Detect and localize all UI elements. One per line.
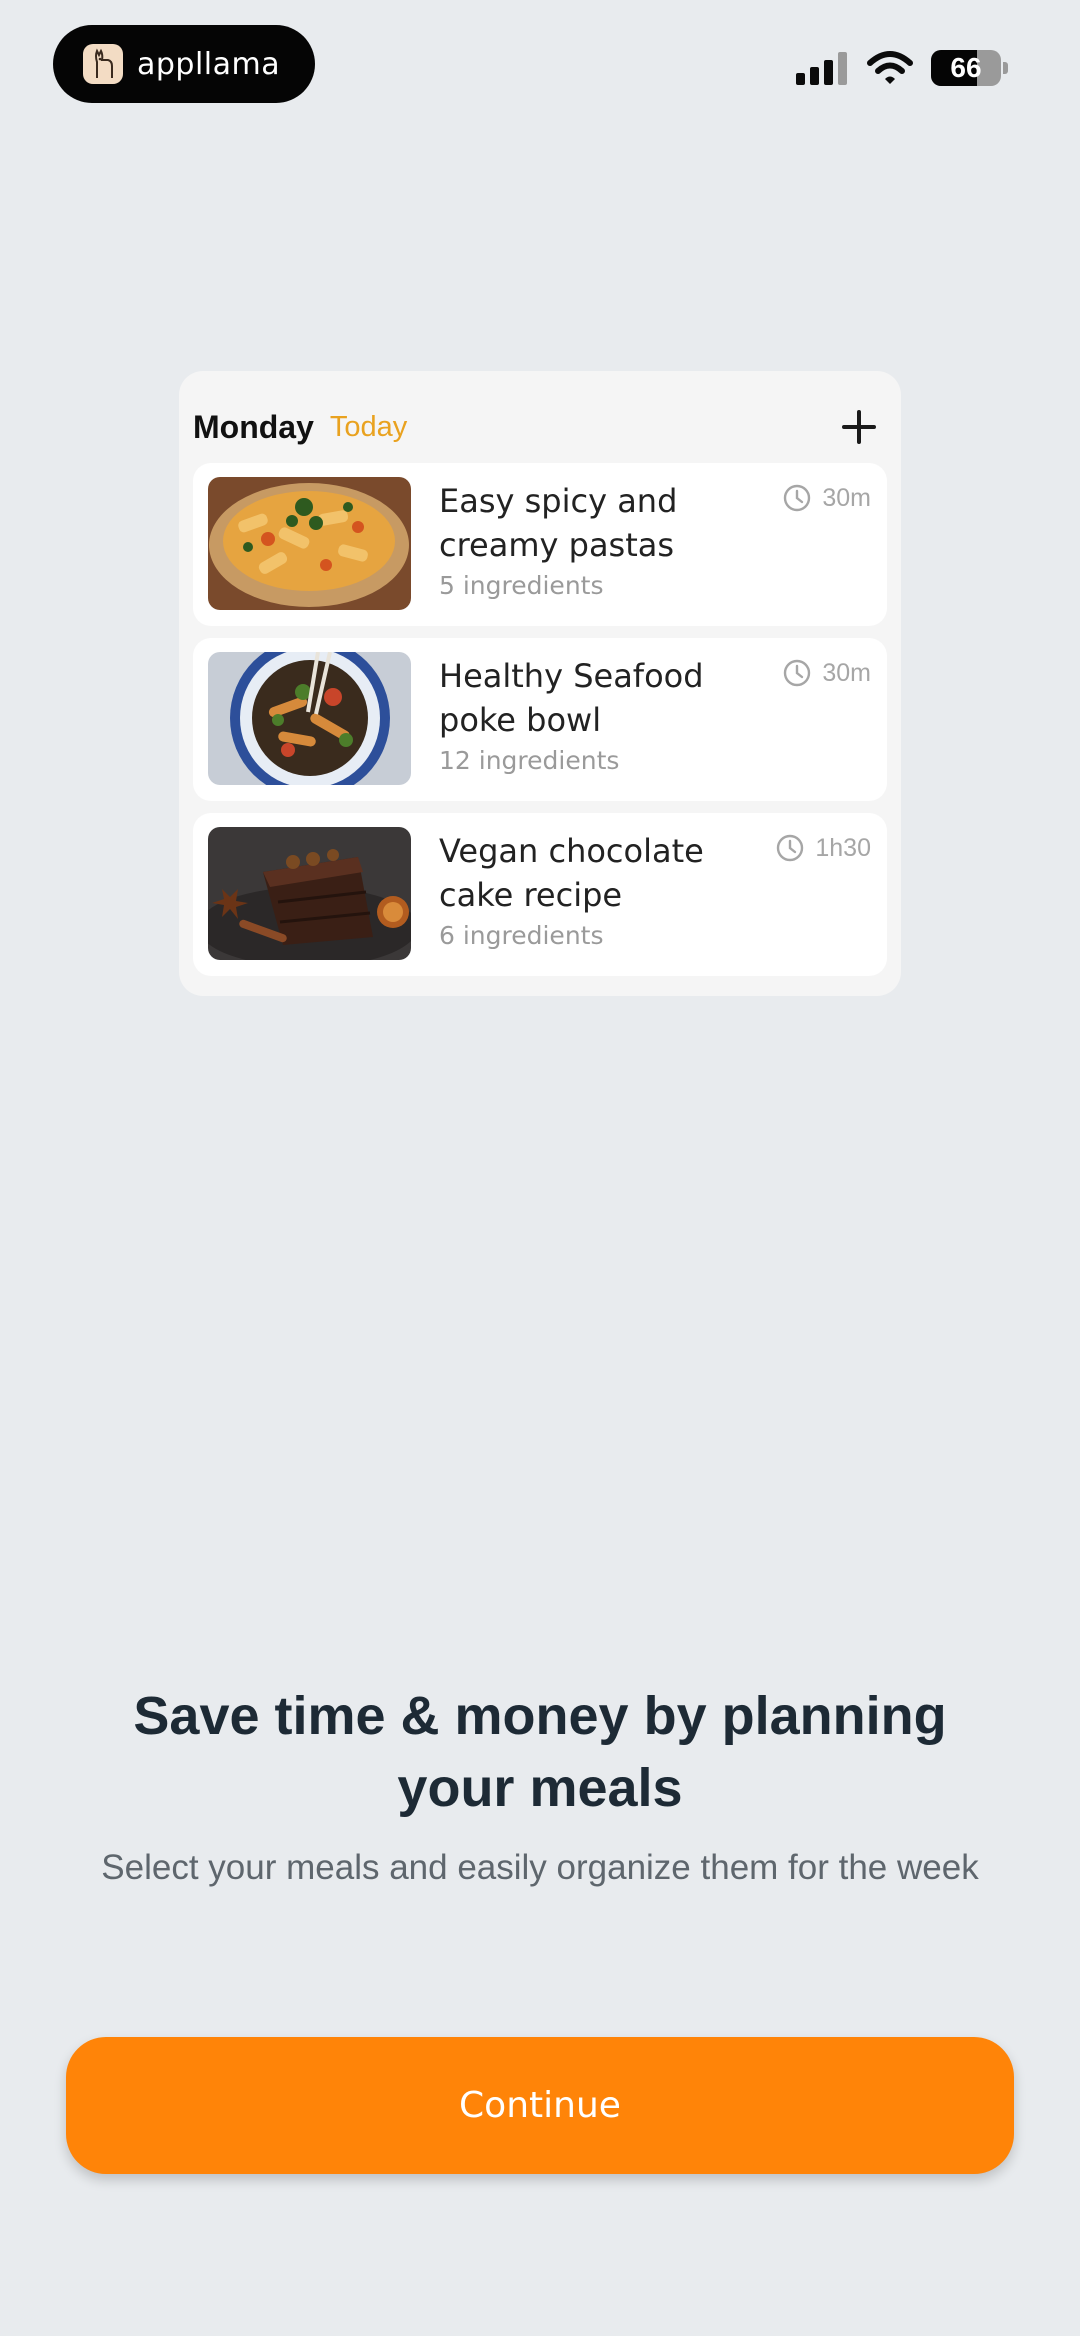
meal-time: 1h30 (775, 833, 871, 863)
wifi-icon (867, 51, 913, 84)
battery-level: 66 (950, 52, 982, 83)
clock-icon (784, 484, 811, 512)
meal-time: 30m (782, 483, 871, 513)
meal-title: Easy spicy and creamy pastas (439, 482, 678, 564)
chocolate-cake-image (208, 827, 411, 960)
meal-item-poke[interactable]: Healthy Seafood poke bowl 12 ingredients… (193, 638, 887, 801)
day-label: Monday (193, 408, 314, 445)
meal-time-label: 30m (822, 483, 871, 512)
meal-time-label: 30m (822, 658, 871, 687)
llama-logo-icon (83, 44, 123, 84)
plus-icon[interactable] (837, 405, 881, 449)
pasta-dish-image (208, 477, 411, 610)
meal-title: Healthy Seafood poke bowl (439, 657, 704, 739)
clock-icon (784, 659, 811, 687)
onboarding-subline: Select your meals and easily organize th… (101, 1848, 979, 1887)
meal-ingredients: 5 ingredients (439, 571, 604, 600)
meal-time-label: 1h30 (815, 833, 871, 862)
onboarding-headline: Save time & money by planning your meals (133, 1686, 947, 1818)
meal-item-pasta[interactable]: Easy spicy and creamy pastas 5 ingredien… (193, 463, 887, 626)
meal-time: 30m (782, 658, 871, 688)
continue-button[interactable]: Continue (66, 2037, 1014, 2174)
battery-cap (1003, 62, 1008, 74)
poke-bowl-image (208, 652, 411, 785)
meal-plan-card: Monday Today Easy spicy and creamy pasta… (179, 371, 901, 996)
status-icons: 66 (796, 50, 1008, 86)
brand-name: appllama (137, 46, 281, 82)
meal-ingredients: 6 ingredients (439, 921, 604, 950)
clock-icon (777, 834, 804, 862)
meal-item-cake[interactable]: Vegan chocolate cake recipe 6 ingredient… (193, 813, 887, 976)
meal-title: Vegan chocolate cake recipe (439, 832, 704, 914)
today-label: Today (329, 410, 408, 443)
brand-pill: appllama (53, 25, 315, 103)
plan-header: Monday Today (193, 397, 887, 457)
signal-icon (796, 51, 847, 85)
onboarding-screen: appllama 66 Monday Today Easy spicy and … (0, 0, 1080, 2336)
battery-icon: 66 (931, 50, 1001, 86)
meal-ingredients: 12 ingredients (439, 746, 620, 775)
